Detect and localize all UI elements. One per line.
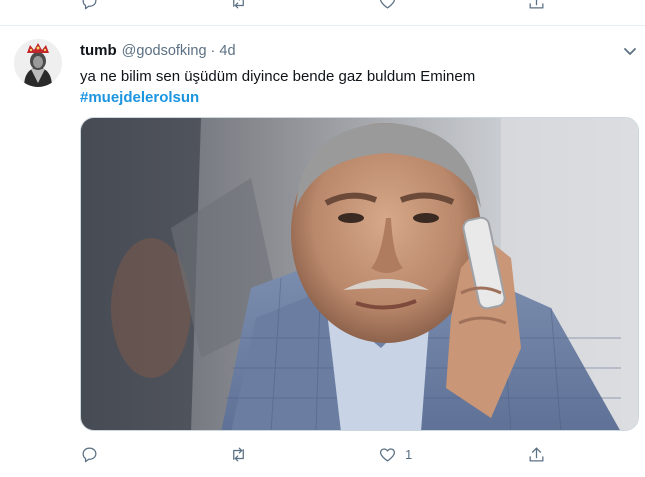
retweet-button[interactable] bbox=[229, 445, 248, 464]
display-name[interactable]: tumb bbox=[80, 42, 117, 59]
like-button[interactable] bbox=[378, 0, 397, 11]
avatar[interactable] bbox=[14, 39, 62, 87]
retweet-icon bbox=[233, 447, 244, 462]
separator-dot: · bbox=[210, 43, 216, 59]
timestamp[interactable]: 4d bbox=[219, 43, 235, 59]
chevron-down-icon bbox=[624, 48, 636, 55]
heart-icon bbox=[380, 0, 395, 9]
previous-tweet-action-bar bbox=[0, 0, 645, 26]
heart-icon bbox=[379, 448, 396, 462]
like-count: 1 bbox=[405, 447, 413, 462]
tweet-action-bar: 1 bbox=[0, 447, 645, 477]
user-handle[interactable]: @godsofking bbox=[122, 43, 207, 59]
tweet-text: ya ne bilim sen üşüdüm diyince bende gaz… bbox=[80, 68, 476, 85]
like-button[interactable]: 1 bbox=[378, 445, 412, 464]
retweet-icon bbox=[233, 0, 244, 9]
tweet-header: tumb @godsofking · 4d bbox=[80, 42, 236, 59]
share-button[interactable] bbox=[527, 0, 546, 11]
share-icon bbox=[529, 447, 544, 462]
reply-icon bbox=[82, 0, 97, 10]
reply-button[interactable] bbox=[80, 445, 99, 464]
reply-icon bbox=[82, 447, 97, 463]
tweet[interactable]: tumb @godsofking · 4d ya ne bilim sen üş… bbox=[0, 27, 645, 477]
hashtag-link[interactable]: #muejdelerolsun bbox=[80, 87, 199, 108]
more-options-button[interactable] bbox=[622, 43, 638, 59]
share-icon bbox=[529, 0, 544, 9]
retweet-button[interactable] bbox=[229, 0, 248, 11]
share-button[interactable] bbox=[527, 445, 546, 464]
tweet-photo[interactable] bbox=[80, 117, 639, 431]
photo-image bbox=[81, 118, 638, 430]
reply-button[interactable] bbox=[80, 0, 99, 11]
